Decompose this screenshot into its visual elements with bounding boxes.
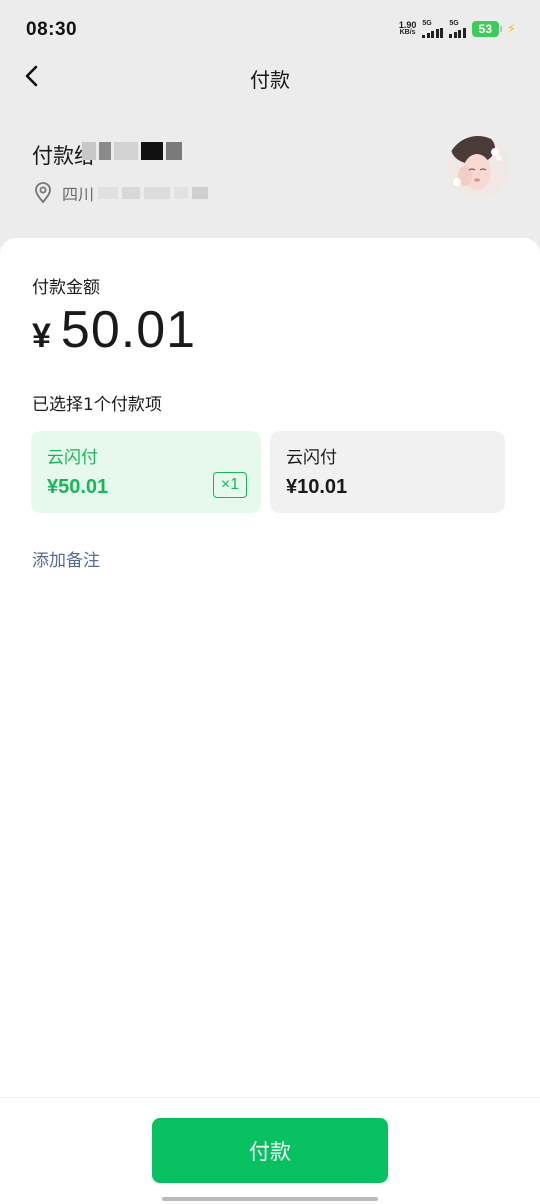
amount-value: 50.01 xyxy=(60,301,197,359)
payment-option[interactable]: 云闪付 ¥10.01 xyxy=(270,431,505,513)
page-title: 付款 xyxy=(250,68,290,92)
network-speed-value: 1.90 xyxy=(398,20,417,30)
status-time: 08:30 xyxy=(26,19,78,40)
location-text: 四川 xyxy=(62,185,95,204)
currency-symbol: ¥ xyxy=(32,317,51,355)
battery-icon: 53 xyxy=(471,21,502,37)
signal-2: 5G xyxy=(449,20,466,38)
payment-card: 付款金额 ¥ 50.01 已选择1个付款项 云闪付 ¥50.01 ×1 云闪付 … xyxy=(0,238,540,1204)
signal-bars-icon xyxy=(422,28,444,38)
merchant-location: 四川 xyxy=(34,181,209,205)
nav-bar: 付款 xyxy=(0,52,540,102)
redaction-mask xyxy=(98,187,209,199)
option-name: 云闪付 xyxy=(47,448,98,468)
payment-option-selected[interactable]: 云闪付 ¥50.01 ×1 xyxy=(31,431,261,513)
status-bar: 08:30 1.90 KB/s 5G 5G 53 ⚡ xyxy=(0,0,540,60)
signal-1: 5G xyxy=(422,20,444,38)
merchant-avatar xyxy=(447,136,509,198)
add-note-link[interactable]: 添加备注 xyxy=(32,546,100,571)
option-price: ¥10.01 xyxy=(286,476,348,498)
signal-1-label: 5G xyxy=(422,20,432,27)
selected-items-hint: 已选择1个付款项 xyxy=(32,395,162,415)
option-name: 云闪付 xyxy=(286,448,337,468)
quantity-badge: ×1 xyxy=(213,472,247,498)
amount-label: 付款金额 xyxy=(32,278,100,298)
redaction-mask xyxy=(82,142,182,160)
location-pin-icon xyxy=(35,182,51,204)
charging-bolt-icon: ⚡ xyxy=(506,21,516,37)
signal-bars-icon xyxy=(449,28,466,38)
signal-2-label: 5G xyxy=(449,20,459,27)
network-speed-unit: KB/s xyxy=(399,29,416,36)
status-indicators: 1.90 KB/s 5G 5G 53 ⚡ xyxy=(399,20,516,38)
amount-display: ¥ 50.01 xyxy=(32,300,196,360)
footer-divider xyxy=(0,1097,540,1098)
pay-button[interactable]: 付款 xyxy=(152,1118,388,1183)
merchant-info: 付款给 四川 xyxy=(0,120,540,230)
home-indicator xyxy=(162,1197,378,1201)
network-speed: 1.90 KB/s xyxy=(399,21,417,37)
avatar-image xyxy=(447,136,509,198)
battery-percent: 53 xyxy=(478,22,493,36)
